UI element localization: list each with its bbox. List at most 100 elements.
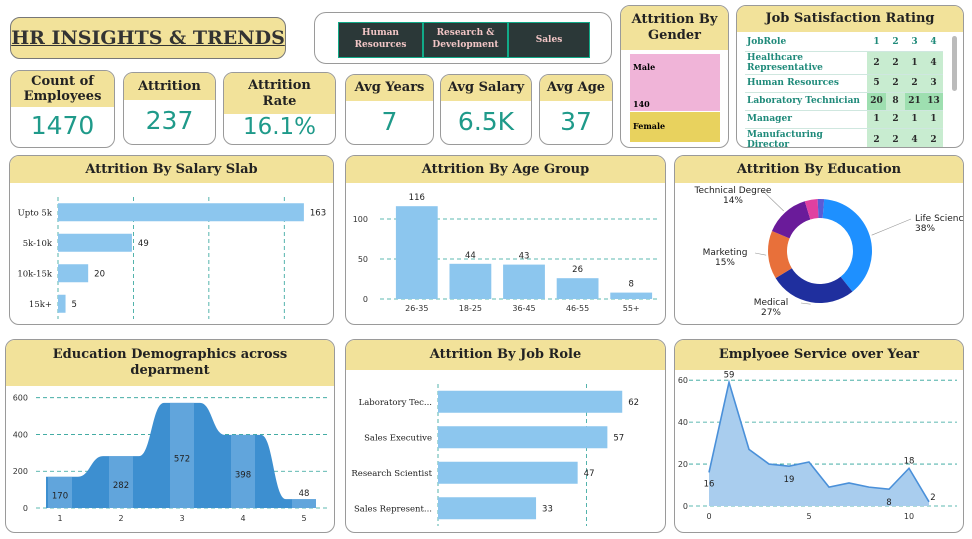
gender-female-bar[interactable]: Female (630, 112, 720, 142)
category-label: Laboratory Tec... (359, 398, 432, 408)
data-label: 62 (628, 398, 639, 408)
data-label: 19 (784, 475, 795, 485)
department-filter: Human Resources Research & Development S… (314, 12, 612, 64)
bar (58, 233, 132, 252)
category-label: 26-35 (405, 304, 428, 313)
slice-name-label: Medical (754, 298, 788, 308)
data-label: 398 (235, 470, 251, 480)
kpi-value: 16.1% (242, 114, 317, 141)
kpi-attrition-rate: Attrition Rate 16.1% (223, 72, 336, 145)
bar (438, 497, 537, 520)
education-demographics-chart: 0 200 400 600 170 1 282 2 572 3 398 4 48 5 (13, 394, 328, 523)
table-cell: 2 (886, 51, 905, 75)
x-tick-label: 0 (706, 512, 711, 521)
kpi-avg-age: Avg Age 37 (539, 74, 613, 145)
table-row: Manufacturing Director 2 2 4 2 (745, 128, 943, 147)
table-cell: 4 (905, 128, 924, 147)
kpi-label: Avg Age (540, 75, 612, 102)
x-tick-label: 4 (240, 514, 245, 523)
data-label: 33 (542, 504, 553, 514)
slice-value-label: 15% (715, 258, 735, 268)
chart-title: Emplyoee Service over Year (675, 340, 963, 370)
job-satisfaction-card: Job Satisfaction Rating JobRole 1 2 3 4 … (736, 5, 964, 148)
table-cell: 2 (924, 128, 943, 147)
table-header-cell: 3 (905, 33, 924, 52)
y-tick-label: 400 (13, 430, 28, 439)
kpi-value: 7 (381, 107, 398, 137)
table-scrollbar[interactable] (952, 36, 957, 91)
table-cell: 5 (867, 74, 886, 93)
table-cell: 2 (867, 51, 886, 75)
x-tick-label: 0 (435, 531, 440, 533)
table-cell: Manufacturing Director (745, 128, 867, 147)
service-years-chart: 0 20 40 60 0 5 10 16 59 19 8 18 2 (678, 370, 957, 521)
job-satisfaction-title: Job Satisfaction Rating (737, 6, 963, 32)
education-card: Attrition By Education Life Sciences38% M… (674, 155, 964, 325)
bar (58, 264, 89, 283)
chart-title: Attrition By Age Group (346, 156, 665, 183)
filter-button-human-resources[interactable]: Human Resources (338, 22, 423, 58)
y-tick-label: 0 (23, 504, 28, 513)
data-label: 572 (174, 454, 190, 464)
table-header-cell: 2 (886, 33, 905, 52)
y-tick-label: 20 (678, 460, 688, 469)
category-label: 36-45 (512, 304, 535, 313)
salary-slab-chart: 0 50 100 150 163 Upto 5k 49 5k-10k 20 10k-15k 5 15k… (17, 197, 326, 325)
bar (438, 461, 578, 484)
category-label: 15k+ (29, 300, 52, 310)
table-cell: 2 (867, 128, 886, 147)
table-cell: 3 (924, 74, 943, 93)
kpi-count-of-employees: Count of Employees 1470 (10, 70, 115, 148)
table-cell: 1 (905, 110, 924, 129)
x-tick-label: 10 (904, 512, 914, 521)
y-tick-label: 0 (363, 295, 368, 304)
y-tick-label: 0 (683, 502, 688, 511)
gender-female-label: Female (633, 121, 666, 131)
category-label: 10k-15k (17, 269, 53, 279)
data-label: 48 (299, 489, 310, 499)
category-label: 5k-10k (23, 239, 53, 249)
table-cell: 13 (924, 92, 943, 111)
y-tick-label: 60 (678, 376, 688, 385)
chart-title: Education Demographics across deparment (6, 340, 334, 386)
job-role-card: Attrition By Job Role 0 50 62 Laboratory Te… (345, 339, 666, 533)
age-group-card: Attrition By Age Group 0 50 100 116 26-35 44 1… (345, 155, 666, 325)
gender-title: Attrition By Gender (621, 6, 728, 50)
bar (556, 278, 599, 299)
education-donut-chart: Life Sciences38% Medical27% Marketing15% Te… (694, 186, 963, 318)
category-label: 46-55 (566, 304, 589, 313)
data-label: 20 (94, 269, 105, 279)
kpi-label: Count of Employees (11, 71, 114, 108)
y-tick-label: 100 (353, 215, 368, 224)
data-label: 18 (904, 456, 915, 466)
table-row: Manager 1 2 1 1 (745, 110, 943, 129)
data-label: 44 (465, 251, 476, 261)
kpi-value: 1470 (30, 111, 95, 141)
data-label: 57 (613, 433, 624, 443)
bar (503, 264, 545, 299)
x-tick-label: 100 (201, 324, 216, 325)
age-group-chart: 0 50 100 116 26-35 44 18-25 43 36-45 26 46-55 8 55+ (353, 193, 658, 313)
data-label: 59 (724, 370, 735, 380)
data-label: 170 (52, 491, 68, 501)
bar (449, 263, 492, 299)
job-satisfaction-table: JobRole 1 2 3 4 Healthcare Representativ… (745, 33, 943, 147)
filter-button-sales[interactable]: Sales (508, 22, 590, 58)
bar (438, 426, 608, 449)
dashboard-title-text: HR INSIGHTS & TRENDS (11, 27, 285, 49)
x-tick-label: 5 (301, 514, 306, 523)
y-tick-label: 40 (678, 418, 688, 427)
kpi-label: Attrition Rate (224, 73, 335, 115)
kpi-label: Attrition (124, 73, 215, 100)
slice-value-label: 14% (723, 196, 743, 206)
table-header-row: JobRole 1 2 3 4 (745, 33, 943, 52)
filter-button-research-development[interactable]: Research & Development (423, 22, 508, 58)
salary-slab-card: Attrition By Salary Slab 0 50 100 150 163 Upt… (9, 155, 334, 325)
data-label: 49 (138, 239, 149, 249)
y-tick-label: 600 (13, 394, 28, 403)
x-tick-label: 2 (118, 514, 123, 523)
data-label: 16 (704, 479, 715, 489)
y-tick-label: 50 (358, 255, 368, 264)
data-label: 282 (113, 481, 129, 491)
gender-male-bar[interactable]: Male 140 (630, 54, 720, 111)
